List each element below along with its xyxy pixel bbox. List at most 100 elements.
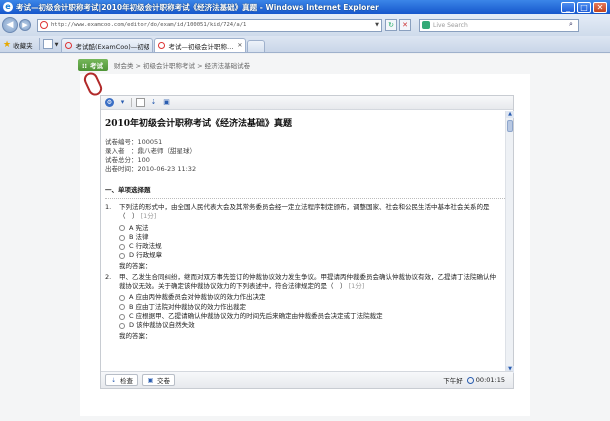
option-c[interactable]: C 应根据甲、乙提请确认仲裁协议效力的时间先后来确定由仲裁委员会决定或丁法院裁定 <box>105 312 505 321</box>
radio-button[interactable] <box>119 253 125 260</box>
radio-button[interactable] <box>119 322 125 329</box>
exam-timer: 00:01:15 <box>475 376 505 384</box>
radio-button[interactable] <box>119 234 125 241</box>
search-icon[interactable]: ⌕ <box>564 20 578 31</box>
quick-tabs-icon[interactable] <box>42 39 53 49</box>
option-label: D 行政规章 <box>129 251 163 260</box>
tab-label: 考试—初级会计职称… <box>168 42 234 51</box>
paper-author: 录入者 ：鼎八老师（甜星球） <box>105 147 196 155</box>
submit-label: 交卷 <box>157 377 170 385</box>
paper-meta: 试卷编号：100051 录入者 ：鼎八老师（甜星球） 试卷总分：100 出卷时间… <box>105 138 505 174</box>
close-tab-icon[interactable]: ✕ <box>237 42 242 49</box>
refresh-icon[interactable]: ↻ <box>385 19 397 31</box>
page-content: ⚙ ▾ ⇣ ▣ 2010年初级会计职称考试《经济法基础》真题 试卷编号：1000… <box>0 54 610 421</box>
clock-icon <box>466 376 474 384</box>
grip-icon: ⁝⁝ <box>82 62 87 70</box>
panel-footer: ⇣ 检查 ▣ 交卷 下午好 00:01:15 <box>101 371 513 388</box>
section-title: 一、单项选择题 <box>105 186 151 194</box>
tab-label: 考试酷(ExamCoo)—初级会… <box>75 42 149 51</box>
minimize-button[interactable]: _ <box>561 1 575 13</box>
url-field[interactable]: http://www.examcoo.com/editor/do/exam/id… <box>37 18 382 32</box>
question-2: 2. 甲、乙发生合同纠纷，继而对双方事先签订的仲裁协议效力发生争议。甲提请丙仲裁… <box>105 273 505 341</box>
option-b[interactable]: B 应由丁法院对仲裁协议的效力作出裁定 <box>105 303 505 312</box>
save-icon[interactable]: ▣ <box>162 98 171 107</box>
submit-button[interactable]: ▣ 交卷 <box>142 374 175 386</box>
new-tab-button[interactable] <box>247 40 266 52</box>
chevron-down-icon[interactable]: ▼ <box>55 42 59 48</box>
exam-tag[interactable]: ⁝⁝ 考试 <box>78 59 108 71</box>
option-a[interactable]: A 应由丙仲裁委员会对仲裁协议的效力作出决定 <box>105 293 505 302</box>
radio-button[interactable] <box>119 225 125 232</box>
option-a[interactable]: A 宪法 <box>105 224 505 233</box>
divider <box>131 98 132 107</box>
divider <box>38 38 40 50</box>
search-input[interactable]: Live Search ⌕ <box>419 18 579 32</box>
maximize-button[interactable]: □ <box>577 1 591 13</box>
check-button[interactable]: ⇣ 检查 <box>105 374 138 386</box>
exam-content: 2010年初级会计职称考试《经济法基础》真题 试卷编号：100051 录入者 ：… <box>101 111 505 373</box>
greeting-text: 下午好 <box>443 377 463 385</box>
chevron-down-icon[interactable]: ▾ <box>118 98 127 107</box>
my-answer-label: 我的答案： <box>119 261 152 270</box>
question-score: [1分] <box>348 282 365 291</box>
option-label: A 应由丙仲裁委员会对仲裁协议的效力作出决定 <box>129 293 266 302</box>
radio-button[interactable] <box>119 304 125 311</box>
paper-total-score: 试卷总分：100 <box>105 156 150 164</box>
scroll-thumb[interactable] <box>507 120 513 132</box>
favorites-button[interactable]: ★ 收藏夹 <box>0 37 36 52</box>
option-d[interactable]: D 该仲裁协议自然失效 <box>105 321 505 330</box>
exam-tag-label: 考试 <box>89 62 103 70</box>
tab-exam-active[interactable]: 考试—初级会计职称… ✕ <box>154 38 247 52</box>
tab-strip: ★ 收藏夹 ▼ 考试酷(ExamCoo)—初级会… 考试—初级会计职称… ✕ <box>0 36 610 53</box>
url-text: http://www.examcoo.com/editor/do/exam/id… <box>51 22 247 28</box>
radio-button[interactable] <box>119 313 125 320</box>
option-label: D 该仲裁协议自然失效 <box>129 321 195 330</box>
submit-icon: ▣ <box>147 376 154 384</box>
check-icon: ⇣ <box>110 376 117 384</box>
vertical-scrollbar[interactable]: ▲ ▼ <box>505 111 514 373</box>
toggle-view-icon[interactable] <box>136 98 145 107</box>
settings-icon[interactable]: ⚙ <box>105 98 114 107</box>
exam-panel: ⚙ ▾ ⇣ ▣ 2010年初级会计职称考试《经济法基础》真题 试卷编号：1000… <box>100 95 514 389</box>
question-number: 2. <box>105 272 112 281</box>
check-label: 检查 <box>120 377 133 385</box>
star-icon: ★ <box>3 39 12 50</box>
option-label: B 法律 <box>129 232 149 241</box>
question-score: [1分] <box>140 212 157 221</box>
option-d[interactable]: D 行政规章 <box>105 251 505 260</box>
chevron-down-icon[interactable]: ▼ <box>373 22 381 28</box>
divider <box>105 198 505 199</box>
download-icon[interactable]: ⇣ <box>149 98 158 107</box>
option-label: C 应根据甲、乙提请确认仲裁协议效力的时间先后来确定由仲裁委员会决定或丁法院裁定 <box>129 311 383 320</box>
option-c[interactable]: C 行政法规 <box>105 242 505 251</box>
paper-title: 2010年初级会计职称考试《经济法基础》真题 <box>105 119 293 129</box>
question-text: 下列法的形式中，由全国人民代表大会及其常务委员会经一定立法程序制定颁布，调整国家… <box>119 203 490 221</box>
search-placeholder: Live Search <box>433 21 468 29</box>
scroll-up-icon[interactable]: ▲ <box>506 111 514 118</box>
window-title: 考试—初级会计职称考试|2010年初级会计职称考试《经济法基础》真题 - Win… <box>16 2 379 12</box>
ie-logo-icon: e <box>3 2 13 12</box>
favorites-label: 收藏夹 <box>13 41 33 50</box>
close-window-button[interactable]: ✕ <box>593 1 607 13</box>
forward-button[interactable]: ▶ <box>19 19 31 31</box>
tab-favicon-icon <box>65 42 73 49</box>
radio-button[interactable] <box>119 295 125 302</box>
option-b[interactable]: B 法律 <box>105 233 505 242</box>
option-label: A 宪法 <box>129 223 149 232</box>
my-answer-label: 我的答案： <box>119 331 152 340</box>
question-number: 1. <box>105 203 112 211</box>
panel-toolbar: ⚙ ▾ ⇣ ▣ <box>101 96 513 110</box>
radio-button[interactable] <box>119 243 125 250</box>
window-titlebar: e 考试—初级会计职称考试|2010年初级会计职称考试《经济法基础》真题 - W… <box>0 0 610 14</box>
tab-examcoo[interactable]: 考试酷(ExamCoo)—初级会… <box>61 38 154 52</box>
tab-favicon-icon <box>158 42 166 49</box>
page-favicon-icon <box>40 21 48 29</box>
stop-icon[interactable]: ✕ <box>399 19 411 31</box>
question-text: 甲、乙发生合同纠纷，继而对双方事先签订的仲裁协议效力发生争议。甲提请丙仲裁委员会… <box>119 272 496 291</box>
breadcrumb-path[interactable]: 财会类 > 初级会计职称考试 > 经济法基础试卷 <box>114 60 250 70</box>
paper-date: 出卷时间：2010-06-23 11:32 <box>105 165 197 173</box>
exam-sheet: ⚙ ▾ ⇣ ▣ 2010年初级会计职称考试《经济法基础》真题 试卷编号：1000… <box>80 74 530 416</box>
address-bar: ◀ ▶ http://www.examcoo.com/editor/do/exa… <box>0 14 610 36</box>
back-button[interactable]: ◀ <box>2 17 18 33</box>
live-search-logo-icon <box>422 21 430 29</box>
